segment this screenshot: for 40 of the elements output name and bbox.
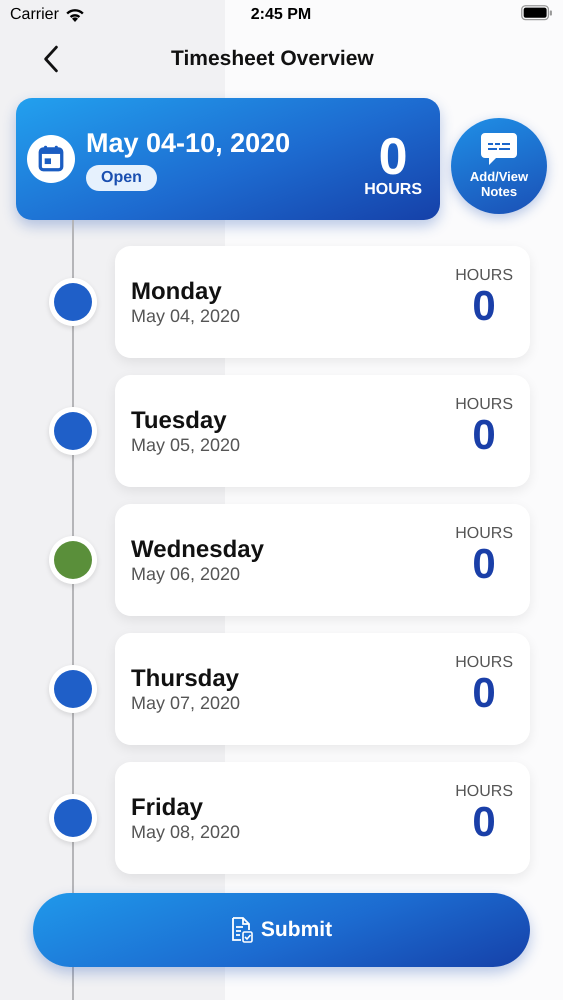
- calendar-icon: [27, 135, 75, 183]
- day-name: Wednesday: [131, 536, 264, 564]
- day-card[interactable]: Monday May 04, 2020 HOURS 0: [115, 246, 530, 358]
- day-hours: 0: [472, 801, 496, 843]
- day-name: Thursday: [131, 664, 240, 692]
- day-name: Tuesday: [131, 406, 228, 434]
- notes-button[interactable]: Add/View Notes: [451, 118, 547, 214]
- day-hours: 0: [472, 414, 496, 456]
- total-hours: 0: [378, 133, 408, 181]
- day-date: May 07, 2020: [131, 692, 240, 714]
- wifi-icon: [64, 8, 85, 22]
- day-name: Friday: [131, 794, 204, 822]
- back-icon[interactable]: [43, 45, 59, 73]
- day-hours: 0: [472, 672, 496, 714]
- day-date: May 04, 2020: [131, 306, 240, 326]
- carrier-text: Carrier: [10, 6, 59, 24]
- day-hours: 0: [472, 285, 496, 327]
- submit-button[interactable]: Submit: [33, 893, 530, 967]
- day-card[interactable]: Tuesday May 05, 2020 HOURS 0: [115, 375, 530, 487]
- hours-label: HOURS: [455, 525, 513, 543]
- day-hours: 0: [472, 543, 496, 585]
- day-date: May 08, 2020: [131, 822, 240, 842]
- day-date: May 05, 2020: [131, 434, 240, 456]
- day-date: May 06, 2020: [131, 564, 242, 584]
- screen-title: Timesheet Overview: [171, 47, 374, 71]
- status-time: 2:45 PM: [250, 6, 312, 24]
- chat-icon: [480, 132, 518, 166]
- hours-label: HOURS: [455, 396, 513, 414]
- hours-label: HOURS: [455, 654, 513, 672]
- document-check-icon: [230, 917, 253, 943]
- day-card[interactable]: Wednesday May 06, 2020 HOURS 0: [115, 504, 530, 616]
- week-range: May 04-10, 2020: [86, 128, 290, 158]
- hours-label: HOURS: [455, 783, 513, 801]
- day-name: Monday: [131, 278, 223, 306]
- hours-label: HOURS: [455, 267, 513, 285]
- status-badge: Open: [86, 164, 157, 190]
- hours-label: HOURS: [364, 181, 422, 199]
- battery-icon: [521, 4, 553, 20]
- day-card[interactable]: Thursday May 07, 2020 HOURS 0: [115, 633, 530, 745]
- day-card[interactable]: Friday May 08, 2020 HOURS 0: [115, 762, 530, 874]
